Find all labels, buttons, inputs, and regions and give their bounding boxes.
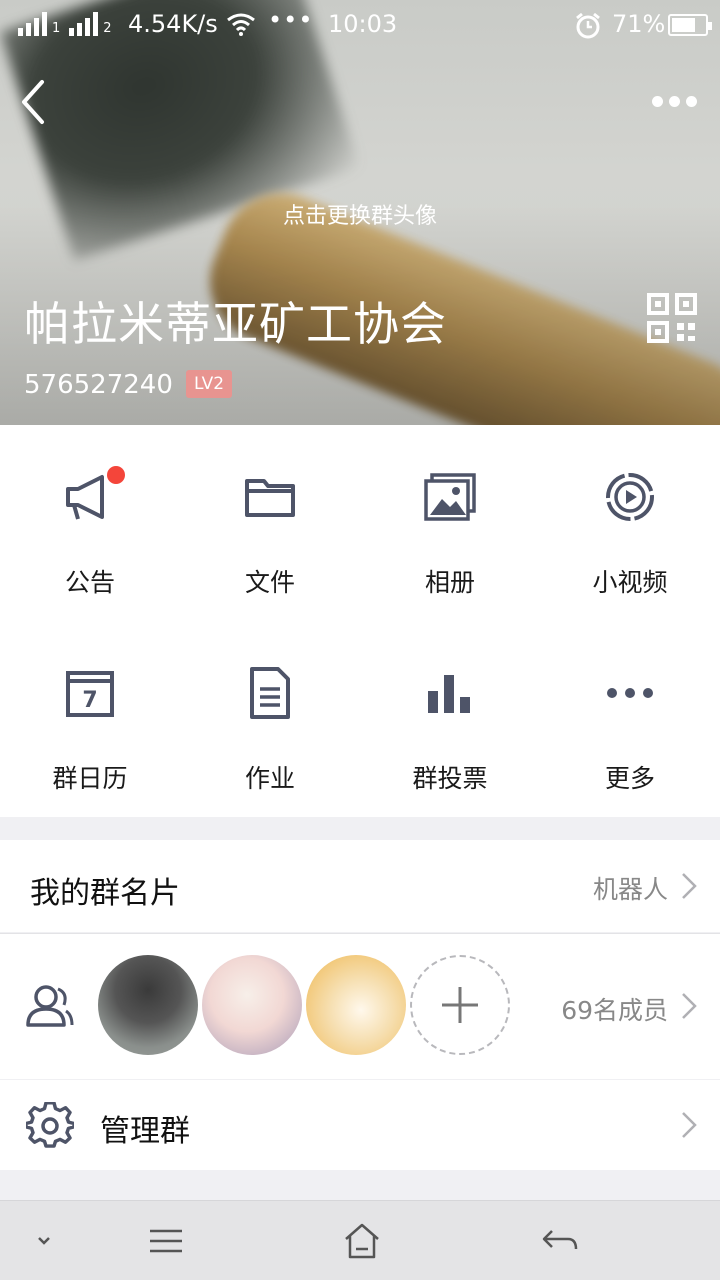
alarm-icon — [576, 12, 600, 39]
group-name: 帕拉米蒂亚矿工协会 — [24, 297, 447, 351]
plus-icon — [442, 987, 478, 1023]
sim1-label: 1 — [52, 21, 61, 36]
change-avatar-hint[interactable]: 点击更换群头像 — [0, 198, 720, 230]
feature-homework[interactable]: 作业 — [180, 621, 360, 817]
my-group-card-value: 机器人 — [592, 875, 668, 904]
chevron-right-icon — [682, 993, 697, 1019]
folder-icon — [245, 479, 295, 517]
group-header: 1 2 4.54K/s ••• 10:03 71% 点击更换群头像 帕拉米蒂亚矿… — [0, 0, 720, 425]
member-avatar[interactable] — [98, 955, 198, 1055]
members-icon — [26, 985, 74, 1027]
signal-icon: 1 2 — [18, 12, 112, 36]
gear-icon — [26, 1102, 74, 1148]
clock: 10:03 — [328, 10, 398, 38]
document-icon — [250, 667, 290, 719]
qr-code-icon[interactable] — [646, 292, 698, 344]
feature-label: 文件 — [244, 568, 295, 597]
feature-short-video[interactable]: 小视频 — [540, 425, 720, 621]
back-button[interactable] — [14, 76, 58, 128]
battery-icon — [668, 14, 712, 36]
menu-icon[interactable] — [144, 1219, 188, 1263]
system-navigation-bar — [0, 1200, 720, 1280]
more-options-button[interactable] — [652, 88, 704, 114]
bar-chart-icon — [428, 675, 470, 713]
feature-label: 公告 — [64, 568, 115, 597]
unread-badge — [107, 466, 125, 484]
feature-files[interactable]: 文件 — [180, 425, 360, 621]
network-speed: 4.54K/s — [128, 10, 218, 38]
feature-label: 群日历 — [52, 764, 128, 793]
notification-overflow: ••• — [268, 6, 314, 34]
member-avatar[interactable] — [306, 955, 406, 1055]
back-arrow-icon[interactable] — [538, 1219, 582, 1263]
feature-album[interactable]: 相册 — [360, 425, 540, 621]
feature-label: 小视频 — [592, 568, 668, 597]
home-icon[interactable] — [340, 1219, 384, 1263]
feature-grid: 公告 文件 相册 小视频 7 群日历 作业 群投票 更多 — [0, 425, 720, 817]
wifi-icon — [227, 13, 255, 36]
feature-label: 更多 — [604, 764, 655, 793]
feature-calendar[interactable]: 7 群日历 — [0, 621, 180, 817]
member-avatar[interactable] — [202, 955, 302, 1055]
video-icon — [606, 473, 654, 521]
group-id: 576527240 — [24, 370, 173, 400]
sim2-label: 2 — [103, 21, 112, 36]
svg-text:7: 7 — [82, 688, 97, 713]
status-bar: 1 2 4.54K/s ••• 10:03 71% — [0, 0, 720, 52]
chevron-right-icon — [682, 1112, 697, 1138]
feature-label: 作业 — [244, 764, 295, 793]
group-level-badge: LV2 — [186, 370, 233, 398]
feature-label: 群投票 — [412, 764, 488, 793]
members-row[interactable]: 69名成员 — [0, 933, 720, 1079]
feature-vote[interactable]: 群投票 — [360, 621, 540, 817]
more-icon — [607, 688, 653, 698]
manage-group-title: 管理群 — [100, 1114, 190, 1149]
battery-percentage: 71% — [612, 10, 666, 38]
album-icon — [424, 473, 476, 521]
feature-more[interactable]: 更多 — [540, 621, 720, 817]
calendar-icon: 7 — [66, 671, 114, 717]
member-count: 69名成员 — [561, 996, 668, 1025]
add-member-button[interactable] — [410, 955, 510, 1055]
manage-group-row[interactable]: 管理群 — [0, 1080, 720, 1170]
my-group-card-title: 我的群名片 — [30, 876, 180, 911]
chevron-down-icon[interactable] — [22, 1219, 66, 1263]
feature-announcement[interactable]: 公告 — [0, 425, 180, 621]
feature-label: 相册 — [424, 568, 475, 597]
chevron-right-icon — [682, 873, 697, 899]
my-group-card-row[interactable]: 我的群名片 机器人 — [0, 840, 720, 932]
